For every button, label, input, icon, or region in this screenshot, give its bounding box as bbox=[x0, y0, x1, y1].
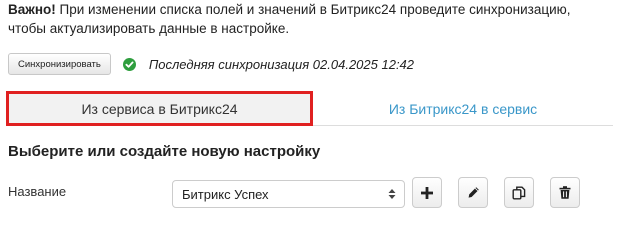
select-arrows-icon bbox=[388, 188, 396, 200]
setting-name-row: Название Битрикс Успех bbox=[8, 176, 608, 210]
section-title: Выберите или создайте новую настройку bbox=[8, 143, 321, 160]
notice-bold-label: Важно! bbox=[8, 2, 56, 17]
copy-icon bbox=[512, 186, 526, 200]
tab-from-bitrix[interactable]: Из Битрикс24 в сервис bbox=[313, 92, 613, 125]
sync-row: Синхронизировать Последняя синхронизация… bbox=[8, 52, 414, 76]
copy-button[interactable] bbox=[504, 177, 534, 208]
sync-notice: Важно! При изменении списка полей и знач… bbox=[8, 0, 608, 38]
pencil-icon bbox=[467, 186, 480, 199]
setting-select[interactable]: Битрикс Успех bbox=[172, 180, 405, 208]
setting-select-value: Битрикс Успех bbox=[182, 186, 269, 202]
sync-status-text: Последняя синхронизация 02.04.2025 12:42 bbox=[148, 56, 415, 72]
sync-button[interactable]: Синхронизировать bbox=[8, 53, 111, 75]
notice-text: При изменении списка полей и значений в … bbox=[8, 2, 571, 36]
check-circle-icon bbox=[122, 57, 136, 71]
add-button[interactable] bbox=[412, 177, 442, 208]
setting-name-label: Название bbox=[8, 184, 67, 199]
edit-button[interactable] bbox=[458, 177, 488, 208]
tab-from-service[interactable]: Из сервиса в Битрикс24 bbox=[6, 91, 313, 126]
delete-button[interactable] bbox=[550, 177, 580, 208]
plus-icon bbox=[421, 186, 433, 199]
direction-tabs: Из сервиса в Битрикс24 Из Битрикс24 в се… bbox=[6, 91, 613, 126]
trash-icon bbox=[559, 186, 571, 199]
